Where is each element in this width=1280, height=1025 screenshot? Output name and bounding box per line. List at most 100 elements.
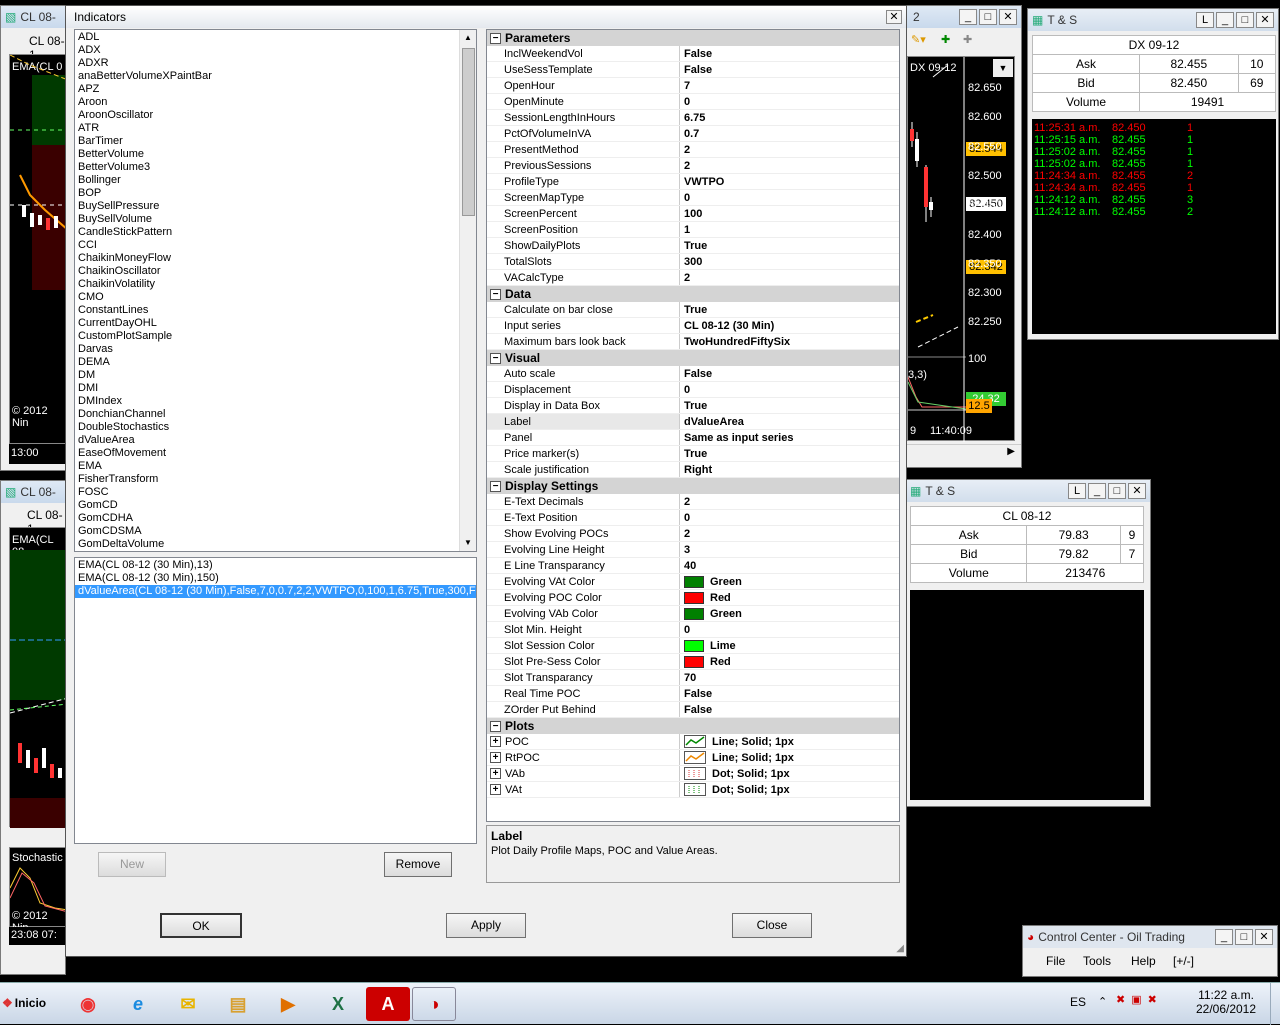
- remove-button[interactable]: Remove: [384, 852, 452, 877]
- property-row[interactable]: ProfileType VWTPO: [487, 174, 899, 190]
- property-row[interactable]: UseSessTemplate False: [487, 62, 899, 78]
- property-row[interactable]: PctOfVolumeInVA 0.7: [487, 126, 899, 142]
- property-value[interactable]: True: [680, 446, 899, 461]
- chart-window-dx-titlebar[interactable]: 2 _ □ ✕: [901, 6, 1021, 28]
- minimize-button[interactable]: _: [1215, 929, 1233, 945]
- property-value[interactable]: 7: [680, 78, 899, 93]
- property-row[interactable]: + RtPOC Line; Solid; 1px: [487, 750, 899, 766]
- list-item[interactable]: Bollinger: [75, 174, 476, 187]
- property-row[interactable]: Calculate on bar close True: [487, 302, 899, 318]
- property-row[interactable]: E-Text Decimals 2: [487, 494, 899, 510]
- ninjatrader-icon[interactable]: ◑: [412, 987, 456, 1021]
- list-item[interactable]: EMA: [75, 460, 476, 473]
- menu-tools[interactable]: Tools: [1083, 954, 1111, 968]
- property-row[interactable]: Evolving VAt Color Green: [487, 574, 899, 590]
- applied-item[interactable]: dValueArea(CL 08-12 (30 Min),False,7,0,0…: [75, 585, 476, 598]
- property-value[interactable]: 6.75: [680, 110, 899, 125]
- list-item[interactable]: BuySellVolume: [75, 213, 476, 226]
- property-value[interactable]: Green: [680, 574, 899, 589]
- property-value[interactable]: 2: [680, 270, 899, 285]
- property-row[interactable]: ScreenPercent 100: [487, 206, 899, 222]
- minimize-button[interactable]: _: [959, 9, 977, 25]
- control-center-titlebar[interactable]: ◕ Control Center - Oil Trading _ □ ✕: [1023, 926, 1277, 948]
- property-row[interactable]: InclWeekendVol False: [487, 46, 899, 62]
- list-item[interactable]: EaseOfMovement: [75, 447, 476, 460]
- property-row[interactable]: PresentMethod 2: [487, 142, 899, 158]
- acrobat-icon[interactable]: A: [366, 987, 410, 1021]
- property-value[interactable]: False: [680, 686, 899, 701]
- list-item[interactable]: DM: [75, 369, 476, 382]
- chart-window-bottom-titlebar[interactable]: ▧ CL 08-: [1, 481, 65, 503]
- property-value[interactable]: 40: [680, 558, 899, 573]
- vertical-scrollbar[interactable]: ▲ ▼: [459, 30, 476, 551]
- scroll-down-arrow[interactable]: ▼: [460, 535, 476, 551]
- collapse-icon[interactable]: −: [490, 352, 501, 364]
- list-item[interactable]: FisherTransform: [75, 473, 476, 486]
- outlook-icon[interactable]: ✉: [166, 987, 210, 1021]
- category-parameters[interactable]: − Parameters: [487, 30, 899, 46]
- show-hidden-icons[interactable]: ⌃: [1098, 995, 1107, 1008]
- scroll-thumb[interactable]: [462, 48, 475, 216]
- collapse-icon[interactable]: −: [490, 480, 501, 492]
- property-value[interactable]: Dot; Solid; 1px: [680, 766, 899, 781]
- property-value[interactable]: 0: [680, 510, 899, 525]
- apply-button[interactable]: Apply: [446, 913, 526, 938]
- property-value[interactable]: Line; Solid; 1px: [680, 750, 899, 765]
- horizontal-scrollbar[interactable]: ▶: [901, 444, 1021, 461]
- close-button[interactable]: ✕: [1256, 12, 1274, 28]
- property-row[interactable]: E Line Transparancy 40: [487, 558, 899, 574]
- excel-icon[interactable]: X: [316, 987, 360, 1021]
- property-value[interactable]: False: [680, 62, 899, 77]
- property-row[interactable]: ScreenMapType 0: [487, 190, 899, 206]
- ts-titlebar[interactable]: ▦ T & S L _ □ ✕: [906, 480, 1150, 502]
- property-value[interactable]: 0: [680, 622, 899, 637]
- property-row[interactable]: Evolving POC Color Red: [487, 590, 899, 606]
- ts-trades-list[interactable]: 11:25:31 a.m. 82.450 1 11:25:15 a.m. 82.455 1…: [1032, 119, 1276, 334]
- property-value[interactable]: 2: [680, 494, 899, 509]
- property-value[interactable]: dValueArea: [680, 414, 899, 429]
- property-row[interactable]: Real Time POC False: [487, 686, 899, 702]
- property-value[interactable]: TwoHundredFiftySix: [680, 334, 899, 349]
- property-row[interactable]: Input series CL 08-12 (30 Min): [487, 318, 899, 334]
- internet-explorer-icon[interactable]: e: [116, 987, 160, 1021]
- list-item[interactable]: ChaikinMoneyFlow: [75, 252, 476, 265]
- maximize-button[interactable]: □: [1236, 12, 1254, 28]
- list-item[interactable]: CMO: [75, 291, 476, 304]
- property-value[interactable]: 0: [680, 382, 899, 397]
- list-item[interactable]: ADXR: [75, 57, 476, 70]
- property-row[interactable]: Slot Pre-Sess Color Red: [487, 654, 899, 670]
- list-item[interactable]: GomCDHA: [75, 512, 476, 525]
- property-value[interactable]: Green: [680, 606, 899, 621]
- property-value[interactable]: Red: [680, 590, 899, 605]
- property-row[interactable]: Label dValueArea: [487, 414, 899, 430]
- dialog-titlebar[interactable]: Indicators ✕: [66, 6, 906, 28]
- ts-trades-list[interactable]: [910, 590, 1144, 800]
- category-visual[interactable]: − Visual: [487, 350, 899, 366]
- maximize-button[interactable]: □: [979, 9, 997, 25]
- minimize-button[interactable]: _: [1216, 12, 1234, 28]
- list-item[interactable]: ChaikinVolatility: [75, 278, 476, 291]
- maximize-button[interactable]: □: [1235, 929, 1253, 945]
- list-item[interactable]: GomDeltaVolume: [75, 538, 476, 551]
- property-value[interactable]: Dot; Solid; 1px: [680, 782, 899, 797]
- list-item[interactable]: BarTimer: [75, 135, 476, 148]
- property-row[interactable]: Maximum bars look back TwoHundredFiftySix: [487, 334, 899, 350]
- property-row[interactable]: Panel Same as input series: [487, 430, 899, 446]
- list-item[interactable]: ChaikinOscillator: [75, 265, 476, 278]
- category-plots[interactable]: − Plots: [487, 718, 899, 734]
- scroll-right-arrow[interactable]: ▶: [1007, 446, 1015, 457]
- new-button[interactable]: New: [98, 852, 166, 877]
- list-item[interactable]: BetterVolume: [75, 148, 476, 161]
- property-row[interactable]: ScreenPosition 1: [487, 222, 899, 238]
- property-value[interactable]: 2: [680, 526, 899, 541]
- property-value[interactable]: CL 08-12 (30 Min): [680, 318, 899, 333]
- property-row[interactable]: Show Evolving POCs 2: [487, 526, 899, 542]
- property-value[interactable]: Line; Solid; 1px: [680, 734, 899, 749]
- property-row[interactable]: Scale justification Right: [487, 462, 899, 478]
- close-button[interactable]: ✕: [999, 9, 1017, 25]
- list-item[interactable]: DMI: [75, 382, 476, 395]
- list-item[interactable]: DMIndex: [75, 395, 476, 408]
- property-row[interactable]: Display in Data Box True: [487, 398, 899, 414]
- property-value[interactable]: True: [680, 238, 899, 253]
- close-dialog-button[interactable]: Close: [732, 913, 812, 938]
